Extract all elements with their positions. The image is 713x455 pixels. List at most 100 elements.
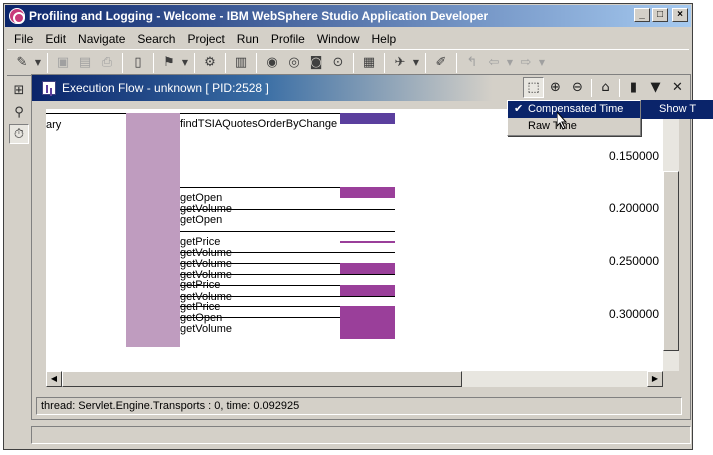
main-toolbar: ✎ ▼ ▣ ▤ ⎙ ▯ ⚑ ▼ ⚙ ▥ ◉ ◎ ◙ ⊙ ▦ ✈ ▼ ✐ ↰ ⇦ …	[7, 49, 689, 76]
vertical-scrollbar[interactable]	[663, 109, 679, 371]
flow-line	[180, 306, 340, 307]
perspective-bar: ⊞ ⚲ ⏱	[7, 78, 31, 448]
select-zoom-icon[interactable]: ⬚	[523, 77, 544, 98]
method-label: getOpen	[180, 214, 223, 226]
view-header: Execution Flow - unknown [ PID:2528 ] ⬚ …	[32, 75, 690, 101]
open-perspective-icon[interactable]: ⊞	[9, 80, 29, 100]
workbench-status-bar	[31, 426, 691, 444]
flow-line	[46, 113, 126, 114]
scroll-right-icon[interactable]: ▶	[647, 371, 663, 387]
menu-bar: File Edit Navigate Search Project Run Pr…	[8, 29, 402, 49]
profiling-perspective-icon[interactable]: ⚲	[9, 102, 29, 122]
attach-agent-icon[interactable]: ⚙	[199, 52, 221, 74]
class-stats-icon[interactable]: ◉	[261, 52, 283, 74]
menu-item-raw-time[interactable]: Raw Time	[508, 118, 640, 135]
menu-profile[interactable]: Profile	[265, 29, 311, 49]
method-bar[interactable]	[340, 113, 395, 124]
print-icon[interactable]: ⎙	[96, 52, 118, 74]
save-all-icon[interactable]: ▤	[74, 52, 96, 74]
view-tab[interactable]: Execution Flow - unknown [ PID:2528 ]	[36, 77, 275, 99]
view-toolbar-separator	[591, 78, 592, 97]
forward-arrow-icon[interactable]: ⇨	[515, 52, 537, 74]
horizontal-scroll-thumb[interactable]	[62, 371, 462, 387]
method-bar[interactable]	[340, 306, 395, 339]
menu-project[interactable]: Project	[181, 29, 230, 49]
close-view-icon[interactable]: ✕	[667, 77, 688, 98]
minimize-button[interactable]: _	[634, 8, 650, 22]
title-bar[interactable]: Profiling and Logging - Welcome - IBM We…	[5, 5, 691, 27]
menu-item-compensated-time[interactable]: ✔ Compensated Time	[508, 101, 640, 118]
checkmark-icon: ✔	[514, 103, 524, 115]
menu-item-label: Compensated Time	[528, 103, 624, 115]
window-controls: _ □ ×	[634, 8, 688, 22]
method-bar[interactable]	[340, 241, 395, 243]
menu-edit[interactable]: Edit	[39, 29, 72, 49]
chart-options-icon[interactable]: ▮	[623, 77, 644, 98]
maximize-button[interactable]: □	[652, 8, 668, 22]
back-arrow-icon[interactable]: ⇦	[483, 52, 505, 74]
vertical-scroll-thumb[interactable]	[663, 171, 679, 351]
menu-run[interactable]: Run	[231, 29, 265, 49]
flow-line	[180, 285, 340, 286]
execution-flow-icon	[42, 81, 56, 95]
method-bar[interactable]	[340, 187, 395, 198]
thread-lane	[126, 113, 180, 347]
run-dropdown-icon[interactable]: ▼	[411, 52, 421, 74]
zoom-in-icon[interactable]: ⊕	[545, 77, 566, 98]
view-title: Execution Flow - unknown [ PID:2528 ]	[62, 81, 269, 95]
new-wizard-icon[interactable]: ✎	[11, 52, 33, 74]
toolbar-separator	[153, 52, 154, 73]
view-toolbar-separator	[619, 78, 620, 97]
flow-line	[180, 187, 340, 188]
menu-navigate[interactable]: Navigate	[72, 29, 131, 49]
window-title: Profiling and Logging - Welcome - IBM We…	[29, 9, 489, 23]
back-dropdown-icon[interactable]: ▼	[505, 52, 515, 74]
flow-line	[180, 113, 340, 114]
horizontal-scrollbar[interactable]: ◀ ▶	[46, 371, 663, 387]
home-icon[interactable]: ⌂	[595, 77, 616, 98]
forward-dropdown-icon[interactable]: ▼	[537, 52, 547, 74]
flow-line	[180, 231, 395, 232]
menu-search[interactable]: Search	[131, 29, 181, 49]
app-icon	[9, 8, 25, 24]
menu-window[interactable]: Window	[311, 29, 366, 49]
view-status-line: thread: Servlet.Engine.Transports : 0, t…	[36, 397, 682, 415]
zoom-out-icon[interactable]: ⊖	[567, 77, 588, 98]
method-label: getVolume	[180, 323, 232, 335]
view-toolbar: ⬚ ⊕ ⊖ ⌂ ▮ ▼ ✕	[523, 77, 688, 98]
flow-line	[180, 263, 340, 264]
menu-file[interactable]: File	[8, 29, 39, 49]
toolbar-separator	[384, 52, 385, 73]
sequence-diagram-icon[interactable]: ▦	[358, 52, 380, 74]
pen-icon[interactable]: ✐	[430, 52, 452, 74]
run-debug-icon[interactable]: ✈	[389, 52, 411, 74]
time-tick: 0.250000	[608, 254, 659, 268]
profile-run-icon[interactable]: ⚑	[158, 52, 180, 74]
method-bar[interactable]	[340, 285, 395, 296]
toolbar-separator	[194, 52, 195, 73]
object-refs-icon[interactable]: ⊙	[327, 52, 349, 74]
time-tick: 0.200000	[608, 201, 659, 215]
method-label: findTSIAQuotesOrderByChange	[180, 118, 338, 130]
open-type-icon[interactable]: ▯	[127, 52, 149, 74]
toolbar-separator	[47, 52, 48, 73]
method-stats-icon[interactable]: ◎	[283, 52, 305, 74]
heap-view-icon[interactable]: ◙	[305, 52, 327, 74]
new-dropdown-icon[interactable]: ▼	[33, 52, 43, 74]
last-edit-icon[interactable]: ↰	[461, 52, 483, 74]
execution-flow-canvas[interactable]: ary findTSIAQuotesOrderByChange getOpen …	[46, 109, 663, 371]
save-icon[interactable]: ▣	[52, 52, 74, 74]
menu-help[interactable]: Help	[366, 29, 403, 49]
show-submenu-item[interactable]: Show T	[641, 100, 713, 119]
stopwatch-perspective-icon[interactable]: ⏱	[9, 124, 29, 144]
toolbar-separator	[256, 52, 257, 73]
profile-dropdown-icon[interactable]: ▼	[180, 52, 190, 74]
time-tick: 0.300000	[608, 307, 659, 321]
view-menu-chevron-down-icon[interactable]: ▼	[645, 77, 666, 98]
close-button[interactable]: ×	[672, 8, 688, 22]
time-mode-menu: ✔ Compensated Time Raw Time	[507, 100, 641, 136]
toolbar-separator	[456, 52, 457, 73]
statistics-icon[interactable]: ▥	[230, 52, 252, 74]
method-bar[interactable]	[340, 263, 395, 274]
scroll-left-icon[interactable]: ◀	[46, 371, 62, 387]
